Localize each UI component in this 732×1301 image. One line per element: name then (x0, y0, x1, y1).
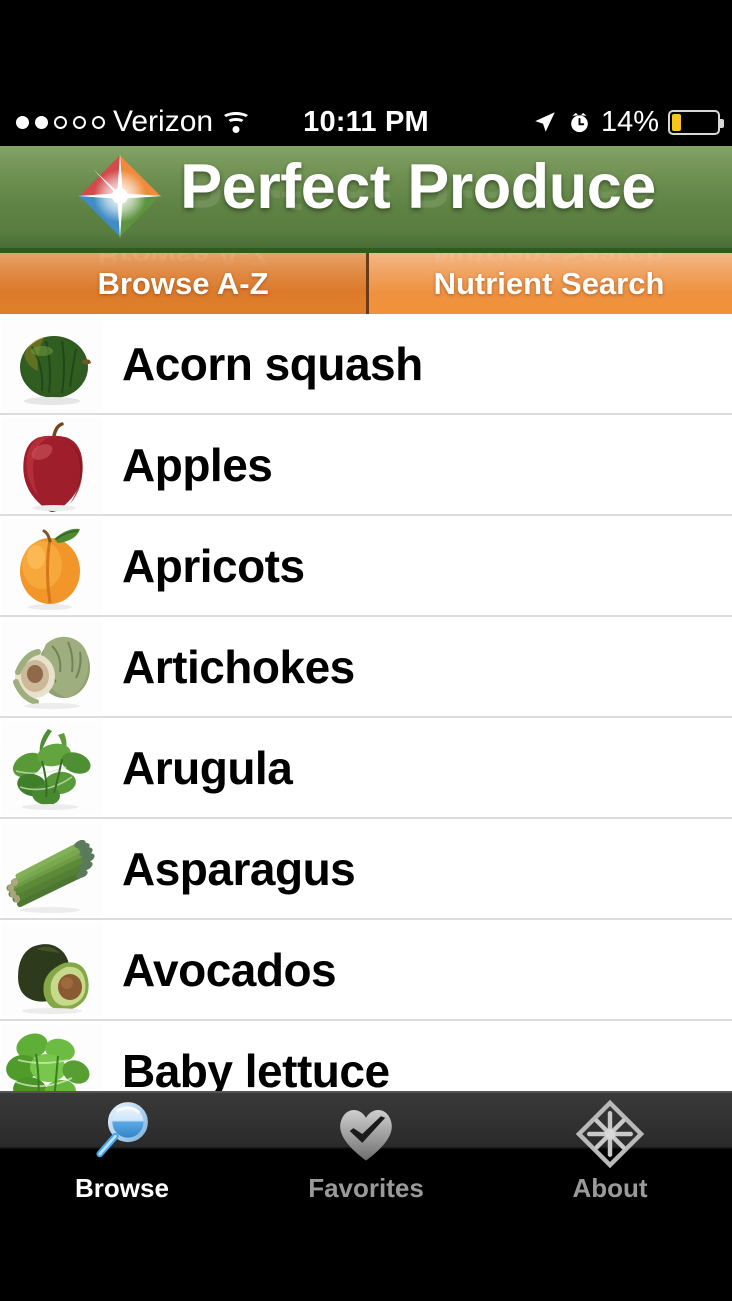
tab-bar-item-browse[interactable]: Browse (0, 1091, 244, 1237)
avocado-photo (2, 922, 102, 1017)
list-item-label: Asparagus (122, 842, 356, 895)
apple-photo (2, 417, 102, 512)
heart-check-icon (340, 1109, 392, 1161)
tab-bar-top-border (0, 1091, 732, 1093)
list-item-label: Avocados (122, 943, 337, 996)
artichoke-photo (2, 619, 102, 714)
list-item-label: Artichokes (122, 640, 355, 693)
location-arrow-icon (535, 112, 555, 132)
tab-divider (366, 253, 369, 314)
bottom-bezel (0, 1237, 732, 1301)
tab-nutrient-search[interactable]: Nutrient Search Nutrient Search (366, 253, 732, 314)
list-item[interactable]: Arugula (0, 718, 732, 819)
list-item-label: Apricots (122, 539, 305, 592)
battery-percent-label: 14% (600, 105, 659, 138)
list-item[interactable]: Asparagus (0, 819, 732, 920)
app-header: Perfect Produce Perfect Produce (0, 146, 732, 248)
produce-list[interactable]: Acorn squash Apples Apricots Artichokes … (0, 314, 732, 1091)
list-item[interactable]: Apricots (0, 516, 732, 617)
tab-browse-az-label: Browse A-Z (97, 265, 269, 301)
list-item-label: Arugula (122, 741, 293, 794)
magnifying-glass-icon (96, 1102, 148, 1158)
acorn-squash-photo (2, 316, 102, 411)
list-item[interactable]: Apples (0, 415, 732, 516)
tab-bar-label-about: About (572, 1173, 648, 1203)
alarm-clock-icon (571, 112, 588, 132)
asparagus-photo (2, 821, 102, 916)
diamond-starburst-icon (575, 1099, 645, 1169)
list-item-label: Apples (122, 438, 273, 491)
list-item-label: Baby lettuce (122, 1044, 390, 1092)
list-item[interactable]: Artichokes (0, 617, 732, 718)
tab-bar-label-browse: Browse (75, 1173, 169, 1203)
app-title-reflection: Perfect Produce (180, 150, 656, 220)
status-bar: Verizon 10:11 PM 14% (0, 98, 732, 146)
tab-nutrient-search-label: Nutrient Search (433, 265, 665, 301)
list-item[interactable]: Avocados (0, 920, 732, 1021)
top-bezel (0, 0, 732, 98)
tab-browse-az[interactable]: Browse A-Z Browse A-Z (0, 253, 366, 314)
tab-bar-label-favorites: Favorites (308, 1173, 424, 1203)
list-item[interactable]: Baby lettuce (0, 1021, 732, 1091)
apricot-photo (2, 518, 102, 613)
bottom-tab-bar: Browse Favorites About (0, 1091, 732, 1237)
list-item-label: Acorn squash (122, 337, 423, 390)
battery-icon (668, 109, 724, 135)
list-item[interactable]: Acorn squash (0, 314, 732, 415)
status-bar-right: 14% (532, 98, 724, 146)
baby-lettuce-photo (2, 1023, 102, 1091)
phone-screen: Verizon 10:11 PM 14% Perfect Produce Per… (0, 0, 732, 1301)
arugula-photo (2, 720, 102, 815)
tab-bar-item-about[interactable]: About (488, 1091, 732, 1237)
tab-bar-item-favorites[interactable]: Favorites (244, 1091, 488, 1237)
perfect-produce-diamond-logo (77, 153, 163, 239)
